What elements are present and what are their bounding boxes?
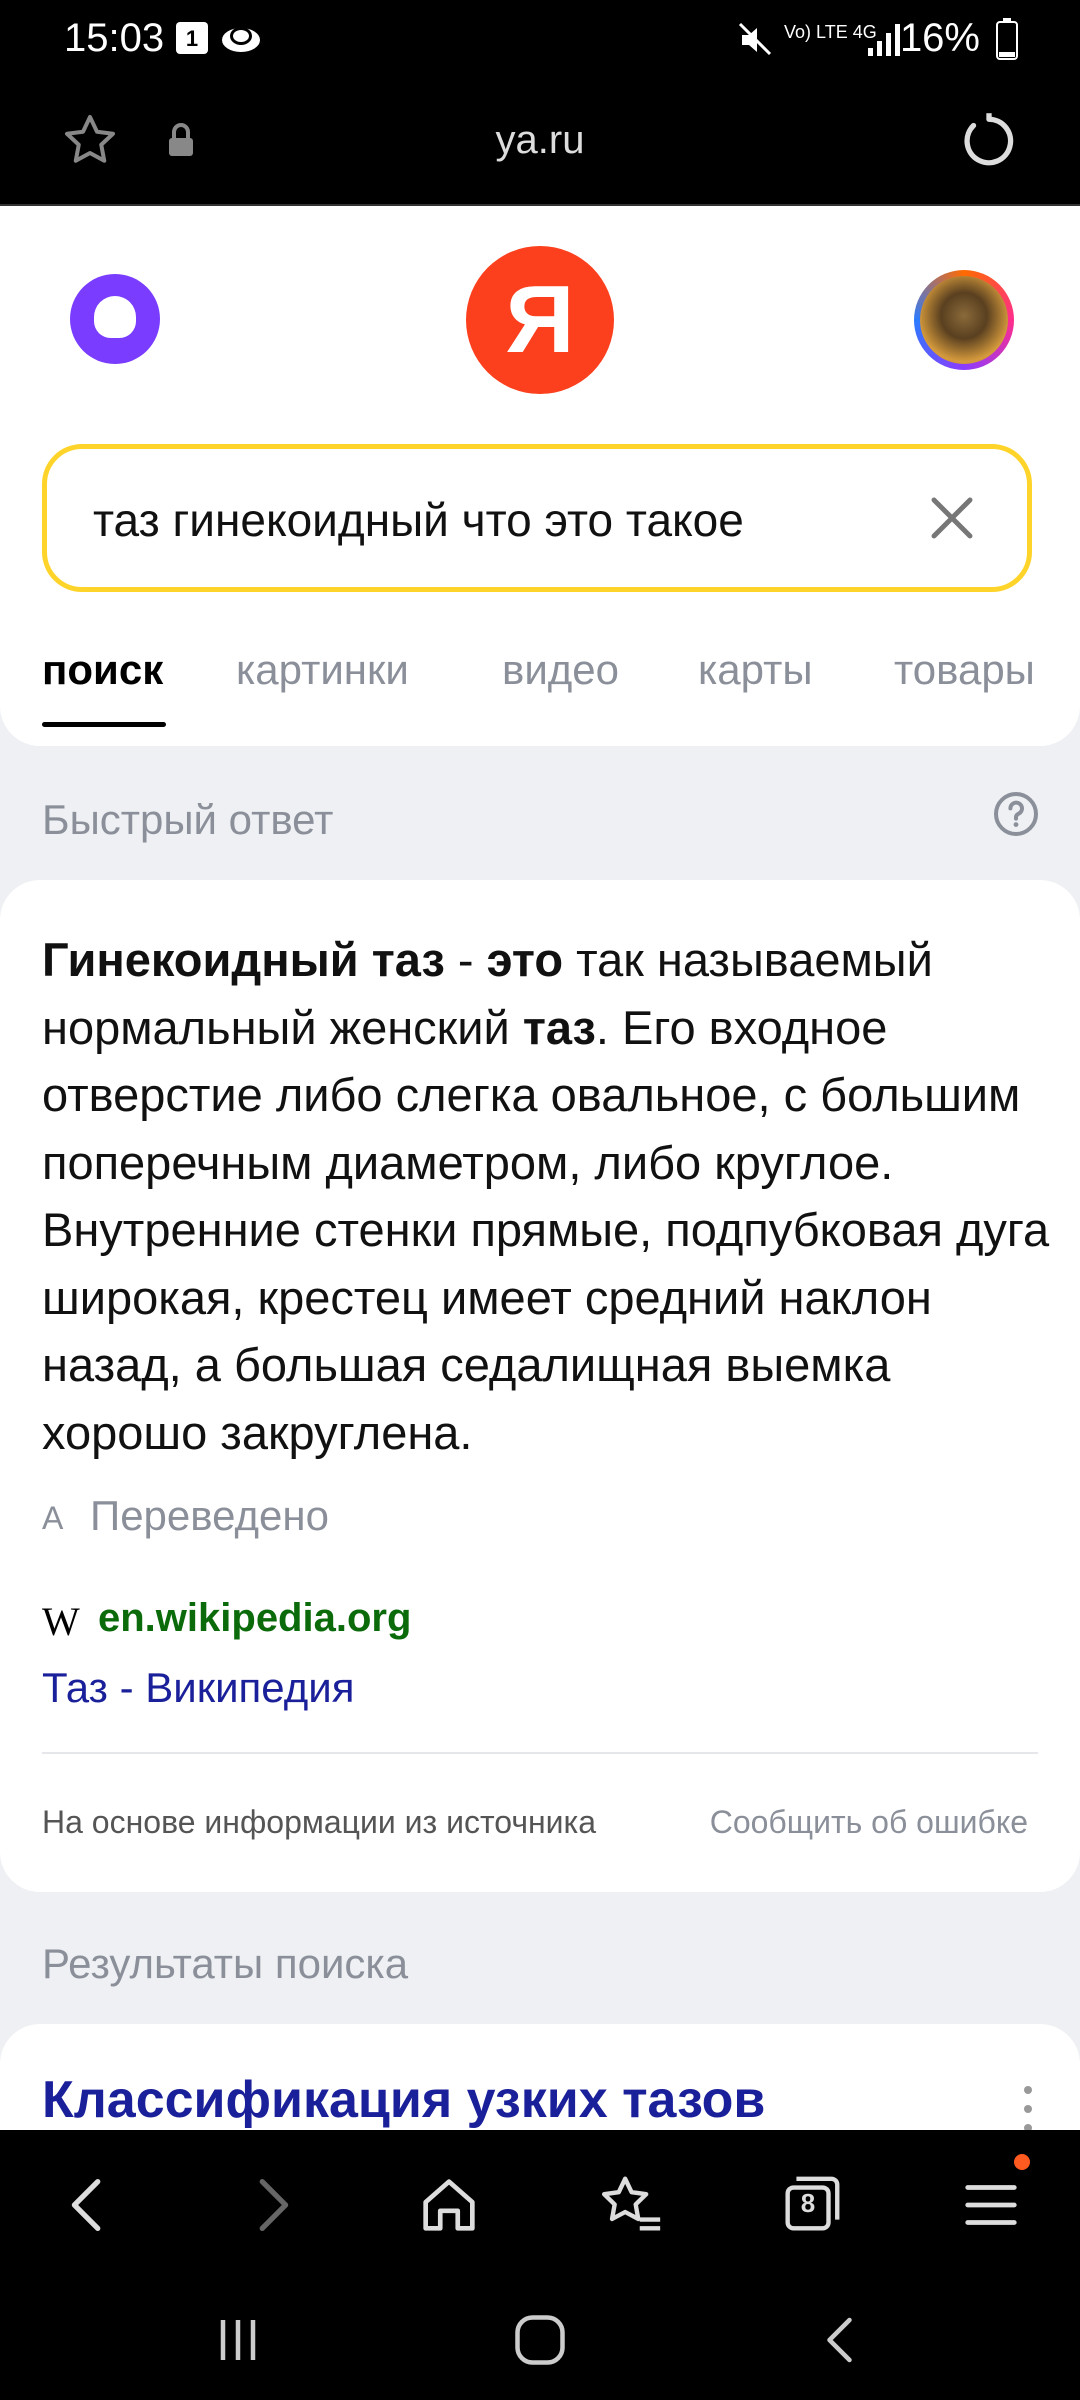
battery-percent: 16% [899, 16, 980, 60]
result-title-link[interactable]: Классификация узких тазов [42, 2070, 765, 2130]
report-error-link[interactable]: Сообщить об ошибке [710, 1804, 1028, 1841]
recent-apps-icon[interactable] [208, 2310, 268, 2370]
status-bar: 15:03 1 Vo) LTE 4G 16% [0, 0, 1080, 80]
url-text[interactable]: ya.ru [0, 118, 1080, 163]
search-tabs: поиск картинки видео карты товары [42, 646, 1080, 727]
translate-icon: A [42, 1500, 64, 1537]
based-on-source: На основе информации из источника [42, 1804, 597, 1840]
search-box [42, 444, 1032, 592]
wikipedia-icon: W [42, 1599, 80, 1644]
bookmarks-icon[interactable] [596, 2170, 666, 2240]
answer-text: Гинекоидный таз - это так называемый нор… [42, 933, 1050, 1459]
answer-term: Гинекоидный таз [42, 933, 445, 986]
notification-dot [1014, 2154, 1030, 2170]
source-link[interactable]: Таз - Википедия [42, 1664, 354, 1712]
system-nav-bar [0, 2270, 1080, 2400]
home-icon[interactable] [414, 2170, 484, 2240]
clock: 15:03 [64, 16, 165, 60]
yandex-logo[interactable]: Я [466, 246, 614, 394]
close-icon[interactable] [925, 491, 979, 545]
mute-icon [738, 22, 772, 56]
address-bar: ya.ru [0, 80, 1080, 206]
tab-images[interactable]: картинки [236, 646, 409, 694]
battery-icon [996, 18, 1018, 60]
source-domain[interactable]: en.wikipedia.org [98, 1596, 411, 1641]
calendar-icon: 1 [176, 22, 208, 54]
tab-count: 8 [800, 2188, 816, 2218]
results-title: Результаты поиска [42, 1940, 409, 1987]
result-card: Классификация узких тазов [0, 2024, 1080, 2144]
active-tab-indicator [42, 722, 166, 727]
quick-answer-title: Быстрый ответ [42, 796, 334, 843]
tabs-icon[interactable]: 8 [776, 2170, 846, 2240]
cloud-icon [222, 27, 260, 52]
alice-icon[interactable] [70, 274, 160, 364]
search-header: Я поиск картинки видео карты товары [0, 206, 1080, 746]
quick-answer-card: Гинекоидный таз - это так называемый нор… [0, 880, 1080, 1892]
tab-maps[interactable]: карты [698, 646, 813, 694]
tab-search[interactable]: поиск [42, 646, 163, 694]
translated-label[interactable]: A Переведено [42, 1492, 329, 1540]
back-icon[interactable] [54, 2170, 124, 2240]
forward-icon[interactable] [236, 2170, 306, 2240]
reload-icon[interactable] [960, 112, 1018, 170]
help-icon[interactable] [992, 790, 1040, 838]
tab-video[interactable]: видео [502, 646, 619, 694]
home-button-icon[interactable] [510, 2310, 570, 2370]
avatar[interactable] [914, 270, 1014, 370]
search-input[interactable] [91, 489, 915, 551]
browser-nav-bar: 8 [0, 2130, 1080, 2270]
tab-goods[interactable]: товары [894, 646, 1035, 694]
more-options-icon[interactable] [1022, 2084, 1034, 2134]
menu-icon[interactable] [956, 2170, 1026, 2240]
system-back-icon[interactable] [812, 2310, 872, 2370]
divider [42, 1752, 1038, 1754]
